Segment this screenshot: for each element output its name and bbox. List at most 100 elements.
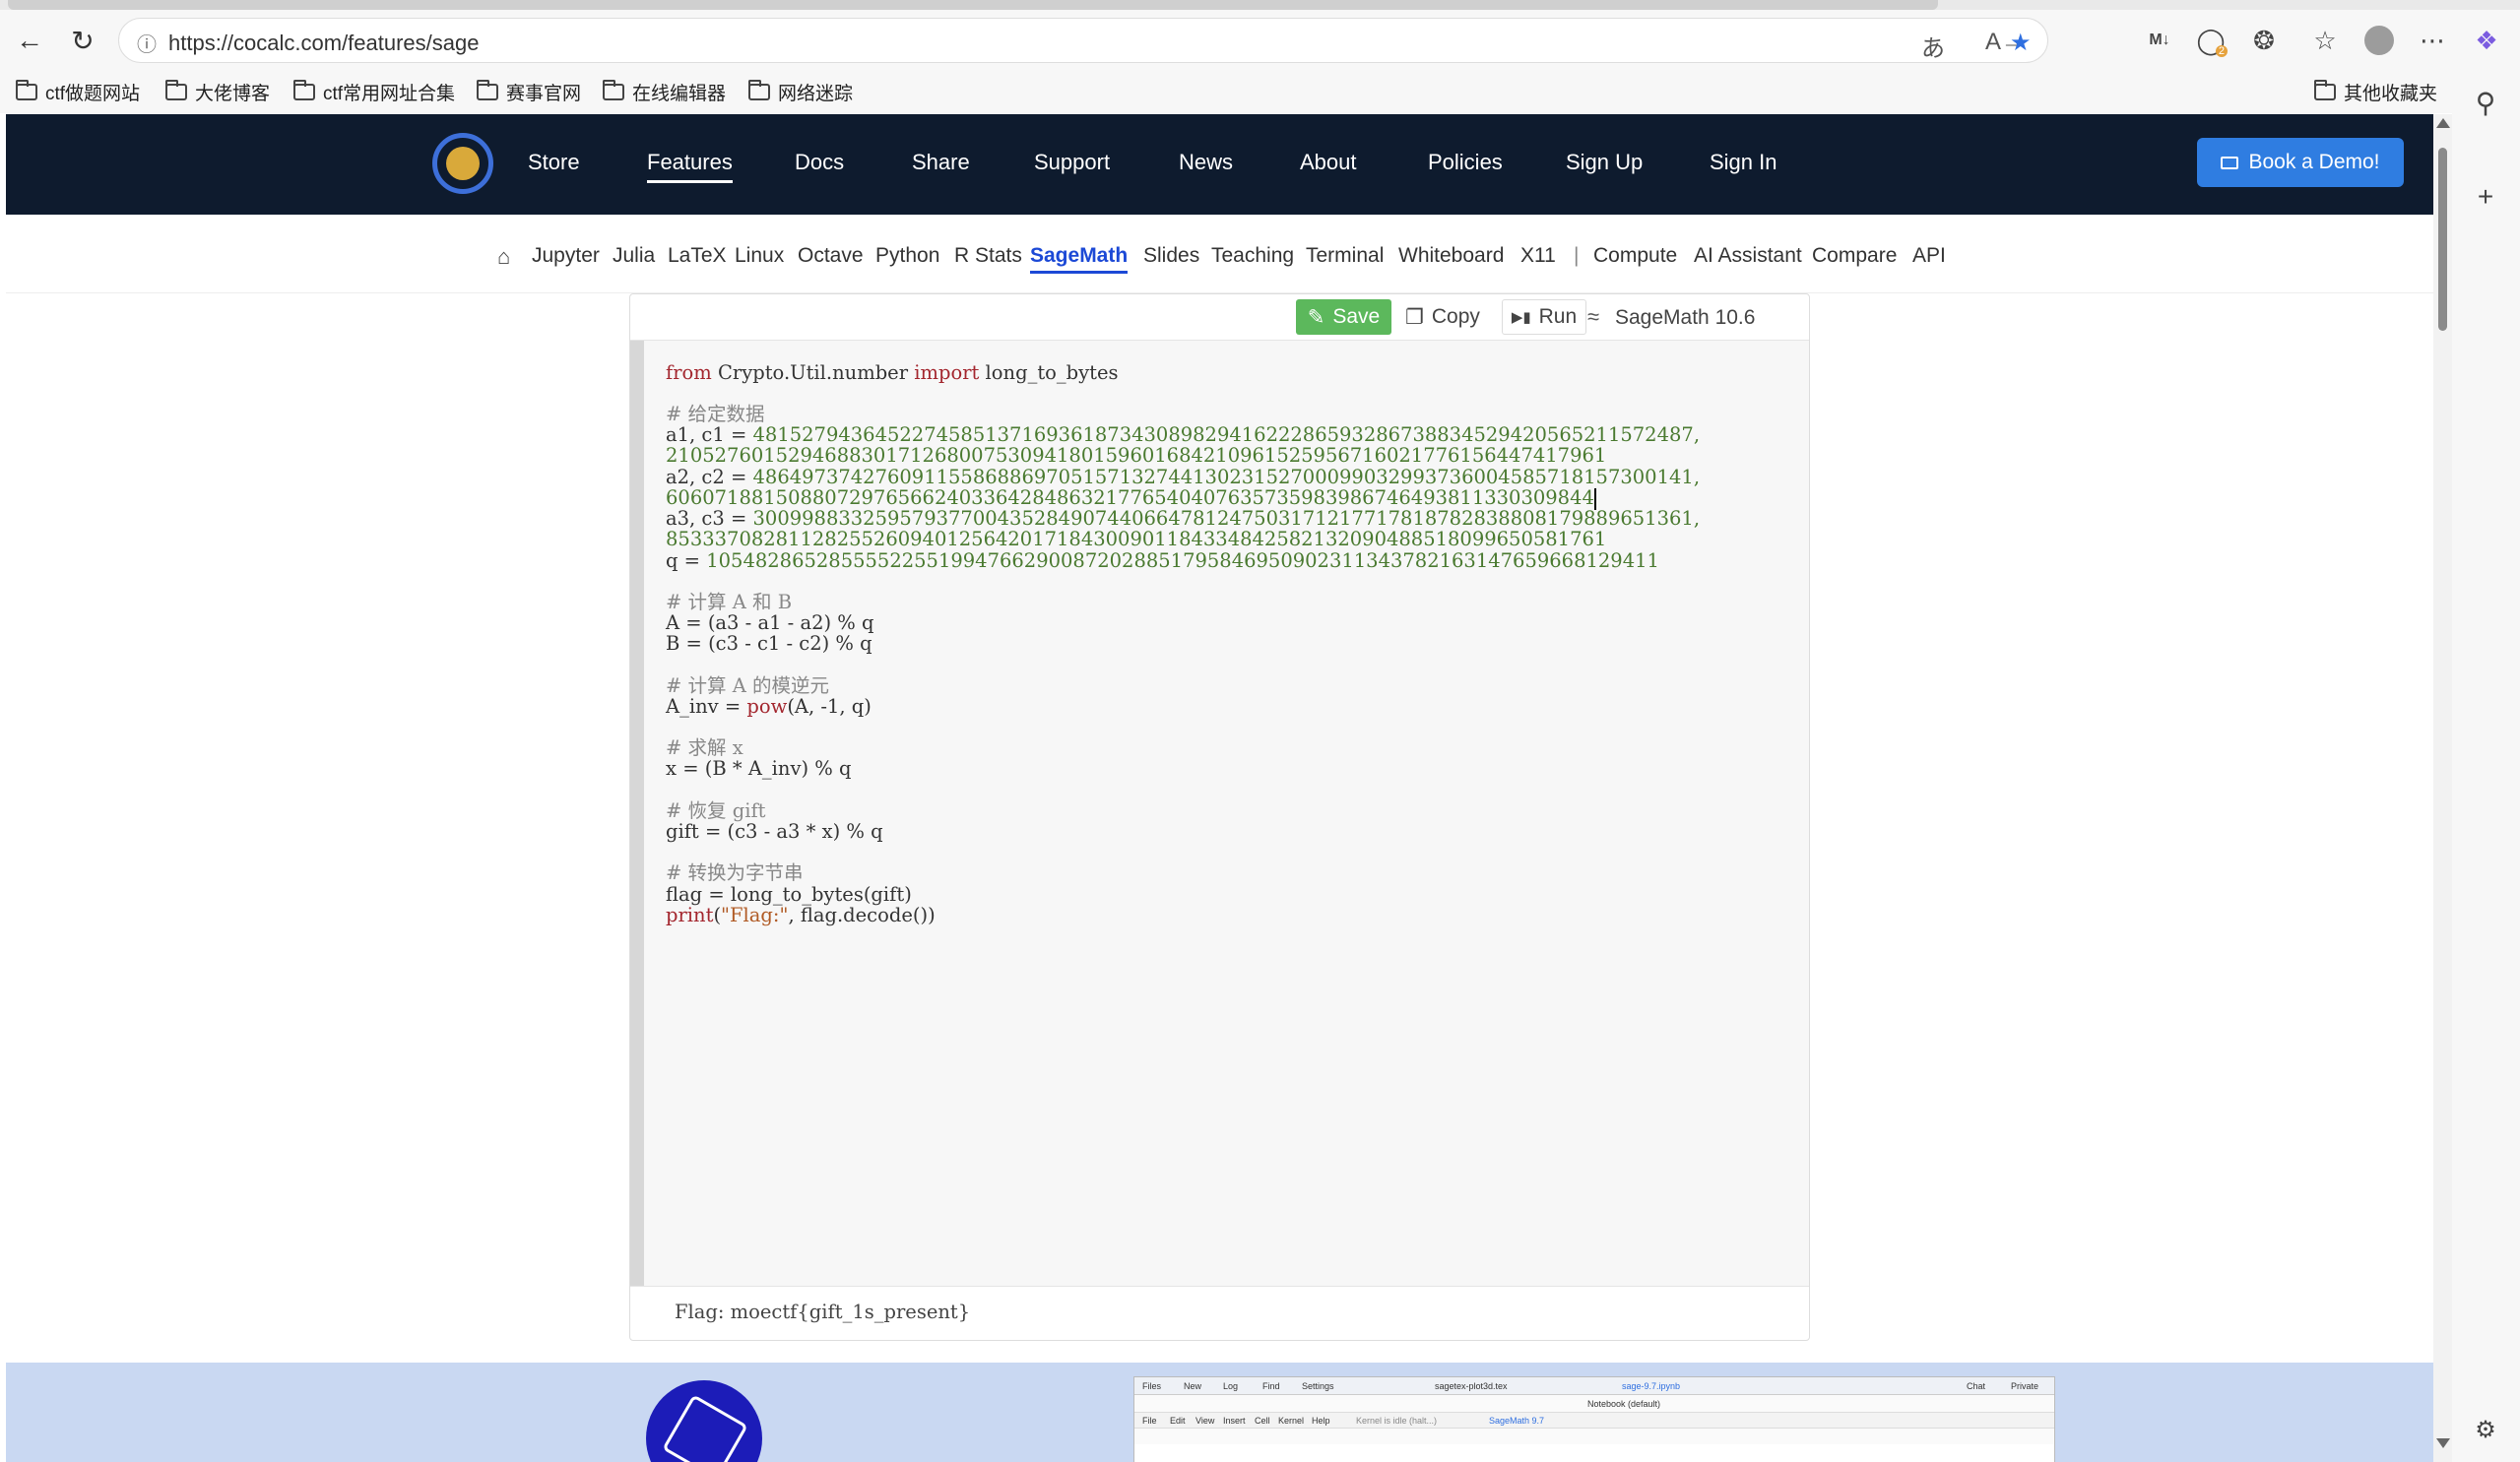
folder-icon bbox=[477, 79, 498, 100]
thumbnail-toolbar: Notebook (default) bbox=[1134, 1395, 2054, 1429]
url-text[interactable]: https://cocalc.com/features/sage bbox=[168, 31, 480, 56]
cocalc-logo[interactable] bbox=[432, 133, 493, 194]
extension-badge: 2 bbox=[2215, 45, 2228, 57]
profile-avatar-icon[interactable] bbox=[2360, 22, 2398, 59]
scroll-up-arrow-icon[interactable] bbox=[2436, 118, 2450, 128]
copilot-icon[interactable]: ❖ bbox=[2468, 22, 2505, 59]
bookmark-contest-sites[interactable]: 赛事官网 bbox=[477, 79, 581, 104]
translate-icon[interactable]: あ bbox=[1921, 29, 1945, 63]
active-tab[interactable] bbox=[8, 0, 1938, 10]
tab-strip bbox=[0, 0, 2520, 10]
feature-band: Files New Log Find Settings sagetex-plot… bbox=[6, 1363, 2433, 1462]
nav-news[interactable]: News bbox=[1179, 150, 1233, 175]
thumbnail-cell-toolbar bbox=[1134, 1429, 2054, 1444]
browser-chrome: ← ↻ ⓘ https://cocalc.com/features/sage A… bbox=[0, 0, 2520, 113]
subnav-python[interactable]: Python bbox=[875, 244, 939, 268]
settings-gear-icon[interactable]: ⚙ bbox=[2466, 1410, 2505, 1449]
editor-gutter bbox=[630, 341, 644, 1286]
add-icon[interactable]: + bbox=[2466, 177, 2505, 217]
nav-support[interactable]: Support bbox=[1034, 150, 1110, 175]
subnav-ai-assistant[interactable]: AI Assistant bbox=[1694, 244, 1802, 268]
book-demo-button[interactable]: Book a Demo! bbox=[2197, 138, 2404, 187]
home-icon[interactable]: ⌂ bbox=[497, 244, 510, 270]
favorite-star-icon[interactable]: ★ bbox=[2010, 29, 2032, 57]
feature-sub-nav: ⌂ Jupyter Julia LaTeX Linux Octave Pytho… bbox=[6, 215, 2433, 293]
code-line-B: B = (c3 - c1 - c2) % q bbox=[666, 632, 872, 655]
bookmark-ctf-sites[interactable]: ctf做题网站 bbox=[16, 79, 140, 104]
subnav-terminal[interactable]: Terminal bbox=[1306, 244, 1384, 268]
folder-icon bbox=[2314, 79, 2336, 100]
edit-pencil-icon: ✎ bbox=[1307, 305, 1325, 329]
web-page: Store Features Docs Share Support News A… bbox=[6, 114, 2433, 1462]
address-bar[interactable]: ⓘ https://cocalc.com/features/sage A→ あ … bbox=[118, 18, 2048, 63]
bookmark-online-editors[interactable]: 在线编辑器 bbox=[603, 79, 726, 104]
bookmark-ctf-urls[interactable]: ctf常用网址合集 bbox=[293, 79, 455, 104]
code-line-q: q = 105482865285555225519947662900872028… bbox=[666, 549, 1659, 572]
site-top-nav: Store Features Docs Share Support News A… bbox=[6, 114, 2433, 215]
video-camera-icon bbox=[2221, 156, 2239, 169]
copy-icon: ❐ bbox=[1405, 305, 1424, 329]
cell-output: Flag: moectf{gift_1s_present} bbox=[675, 1301, 971, 1323]
favorites-icon[interactable]: ☆ bbox=[2306, 22, 2344, 59]
code-line-gift: gift = (c3 - a3 * x) % q bbox=[666, 820, 883, 843]
subnav-api[interactable]: API bbox=[1912, 244, 1946, 268]
bookmark-other-favorites[interactable]: 其他收藏夹 bbox=[2314, 79, 2437, 104]
subnav-separator: | bbox=[1574, 244, 1580, 267]
code-line-print: print("Flag:", flag.decode()) bbox=[666, 904, 936, 926]
folder-icon bbox=[603, 79, 624, 100]
extension-icon[interactable]: ◯ 2 bbox=[2192, 22, 2229, 59]
folder-icon bbox=[293, 79, 315, 100]
nav-share[interactable]: Share bbox=[912, 150, 970, 175]
code-line-import: from Crypto.Util.number import long_to_b… bbox=[666, 361, 1119, 384]
nav-store[interactable]: Store bbox=[528, 150, 580, 175]
kernel-logo-icon: ≈ bbox=[1587, 304, 1600, 329]
reload-icon[interactable]: ↻ bbox=[63, 21, 102, 60]
subnav-compare[interactable]: Compare bbox=[1812, 244, 1897, 268]
browser-sidebar: ⚲ + ⚙ bbox=[2452, 69, 2520, 1462]
subnav-julia[interactable]: Julia bbox=[613, 244, 655, 268]
lock-icon[interactable]: ⓘ bbox=[137, 29, 157, 57]
subnav-jupyter[interactable]: Jupyter bbox=[532, 244, 600, 268]
bookmark-blogs[interactable]: 大佬博客 bbox=[165, 79, 270, 104]
nav-docs[interactable]: Docs bbox=[795, 150, 844, 175]
jupyter-screenshot-thumbnail: Files New Log Find Settings sagetex-plot… bbox=[1133, 1376, 2055, 1462]
sage-code-cell: ✎ Save ❐ Copy ▶▮ Run ≈ SageMath 10.6 from C… bbox=[629, 293, 1810, 1341]
subnav-whiteboard[interactable]: Whiteboard bbox=[1398, 244, 1504, 268]
scroll-down-arrow-icon[interactable] bbox=[2436, 1438, 2450, 1448]
subnav-sagemath[interactable]: SageMath bbox=[1030, 244, 1129, 274]
subnav-linux[interactable]: Linux bbox=[735, 244, 784, 268]
scroll-thumb[interactable] bbox=[2438, 148, 2447, 331]
bookmarks-bar: ctf做题网站 大佬博客 ctf常用网址合集 赛事官网 在线编辑器 网络迷踪 其… bbox=[0, 71, 2520, 110]
folder-icon bbox=[748, 79, 770, 100]
save-button[interactable]: ✎ Save bbox=[1296, 299, 1391, 335]
code-line-x: x = (B * A_inv) % q bbox=[666, 757, 852, 780]
page-scrollbar[interactable] bbox=[2433, 114, 2452, 1462]
subnav-octave[interactable]: Octave bbox=[798, 244, 864, 268]
markdown-extension-icon[interactable]: M↓ bbox=[2141, 22, 2178, 59]
nav-about[interactable]: About bbox=[1300, 150, 1357, 175]
extensions-puzzle-icon[interactable]: ❂ bbox=[2245, 22, 2283, 59]
subnav-teaching[interactable]: Teaching bbox=[1211, 244, 1294, 268]
thumbnail-notebook-menu: File Edit View Insert Cell Kernel Help K… bbox=[1134, 1413, 2054, 1429]
code-line-inverse: A_inv = pow(A, -1, q) bbox=[666, 695, 872, 718]
nav-sign-in[interactable]: Sign In bbox=[1710, 150, 1777, 175]
search-icon[interactable]: ⚲ bbox=[2466, 83, 2505, 122]
more-menu-icon[interactable]: ⋯ bbox=[2414, 22, 2451, 59]
nav-features[interactable]: Features bbox=[647, 150, 733, 183]
nav-policies[interactable]: Policies bbox=[1428, 150, 1503, 175]
run-button[interactable]: ▶▮ Run bbox=[1502, 299, 1586, 335]
subnav-compute[interactable]: Compute bbox=[1593, 244, 1677, 268]
bookmark-osint[interactable]: 网络迷踪 bbox=[748, 79, 853, 104]
copy-button[interactable]: ❐ Copy bbox=[1398, 299, 1487, 335]
subnav-r-stats[interactable]: R Stats bbox=[954, 244, 1022, 268]
folder-icon bbox=[165, 79, 187, 100]
back-icon[interactable]: ← bbox=[10, 21, 49, 60]
code-editor[interactable]: from Crypto.Util.number import long_to_b… bbox=[630, 340, 1809, 1287]
subnav-slides[interactable]: Slides bbox=[1143, 244, 1199, 268]
play-step-icon: ▶▮ bbox=[1511, 309, 1531, 326]
nav-sign-up[interactable]: Sign Up bbox=[1566, 150, 1643, 175]
kernel-name: SageMath 10.6 bbox=[1615, 306, 1756, 329]
thumbnail-menu-bar: Files New Log Find Settings sagetex-plot… bbox=[1134, 1377, 2054, 1395]
subnav-latex[interactable]: LaTeX bbox=[668, 244, 727, 268]
subnav-x11[interactable]: X11 bbox=[1520, 244, 1556, 268]
